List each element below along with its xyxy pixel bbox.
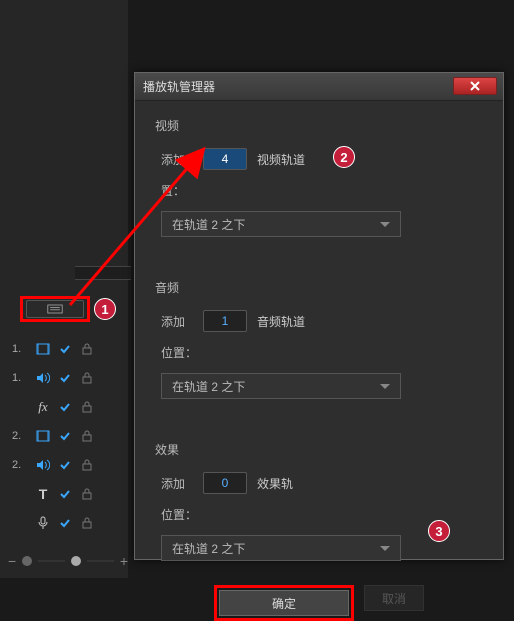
ok-button[interactable]: 确定 [219,590,349,616]
audio-track-icon [34,370,52,386]
effect-add-input[interactable] [203,472,247,494]
audio-section: 音频 添加 音频轨道 位置： 在轨道 2 之下 [155,279,483,399]
add-label: 添加 [161,151,193,168]
minus-icon[interactable]: − [8,553,16,569]
check-icon[interactable] [56,341,74,357]
track-row[interactable]: fx [12,392,132,421]
track-icon [47,304,63,314]
video-track-icon [34,428,52,444]
zoom-bar: − + [8,552,128,570]
track-type-label: 音频轨道 [257,313,305,330]
track-type-label: 视频轨道 [257,151,305,168]
video-add-input[interactable] [203,148,247,170]
audio-position-select[interactable]: 在轨道 2 之下 [161,373,401,399]
audio-add-input[interactable] [203,310,247,332]
track-row[interactable]: 1. [12,334,132,363]
section-header: 效果 [155,441,483,458]
lock-icon[interactable] [78,457,96,473]
track-manager-button[interactable] [26,300,84,318]
lock-icon[interactable] [78,515,96,531]
select-value: 在轨道 2 之下 [172,540,245,557]
check-icon[interactable] [56,370,74,386]
add-label: 添加 [161,475,193,492]
lock-icon[interactable] [78,399,96,415]
fx-track-icon: fx [34,399,52,415]
track-list: 1. 1. fx 2. 2. T [12,334,132,537]
dialog-title: 播放轨管理器 [143,78,215,95]
video-section: 视频 添加 视频轨道 置： 在轨道 2 之下 [155,117,483,237]
video-track-icon [34,341,52,357]
check-icon[interactable] [56,428,74,444]
check-icon[interactable] [56,515,74,531]
track-number: 1. [12,343,30,355]
ruler-bar [75,266,131,280]
track-number: 1. [12,372,30,384]
slider-thumb[interactable] [71,556,81,566]
select-value: 在轨道 2 之下 [172,216,245,233]
track-row[interactable]: 2. [12,421,132,450]
lock-icon[interactable] [78,428,96,444]
select-value: 在轨道 2 之下 [172,378,245,395]
slider-dot[interactable] [22,556,32,566]
close-button[interactable] [453,77,497,95]
track-row[interactable]: 1. [12,363,132,392]
check-icon[interactable] [56,399,74,415]
annotation-badge-2: 2 [333,146,355,168]
check-icon[interactable] [56,486,74,502]
effect-position-select[interactable]: 在轨道 2 之下 [161,535,401,561]
section-header: 视频 [155,117,483,134]
track-number: 2. [12,459,30,471]
audio-track-icon [34,457,52,473]
video-position-select[interactable]: 在轨道 2 之下 [161,211,401,237]
track-number: 2. [12,430,30,442]
lock-icon[interactable] [78,370,96,386]
dialog-body: 视频 添加 视频轨道 置： 在轨道 2 之下 音频 添加 音频轨道 位置： [135,101,503,559]
track-type-label: 效果轨 [257,475,293,492]
position-label: 位置： [161,506,197,523]
mic-track-icon [34,515,52,531]
add-label: 添加 [161,313,193,330]
lock-icon[interactable] [78,486,96,502]
track-row[interactable] [12,508,132,537]
annotation-box-3: 确定 [214,585,354,621]
dialog-titlebar[interactable]: 播放轨管理器 [135,73,503,101]
check-icon[interactable] [56,457,74,473]
section-header: 音频 [155,279,483,296]
plus-icon[interactable]: + [120,553,128,569]
position-label: 置： [161,182,193,199]
title-track-icon: T [34,486,52,502]
slider-track[interactable] [87,560,114,562]
effect-section: 效果 添加 效果轨 位置： 在轨道 2 之下 [155,441,483,561]
slider-track[interactable] [38,560,65,562]
position-label: 位置： [161,344,197,361]
button-row: 确定 取消 [155,575,483,621]
track-row[interactable]: T [12,479,132,508]
lock-icon[interactable] [78,341,96,357]
annotation-badge-3: 3 [428,520,450,542]
track-manager-dialog: 播放轨管理器 视频 添加 视频轨道 置： 在轨道 2 之下 音频 添加 [134,72,504,560]
annotation-badge-1: 1 [94,298,116,320]
track-row[interactable]: 2. [12,450,132,479]
cancel-button[interactable]: 取消 [364,585,424,611]
close-icon [469,81,481,91]
